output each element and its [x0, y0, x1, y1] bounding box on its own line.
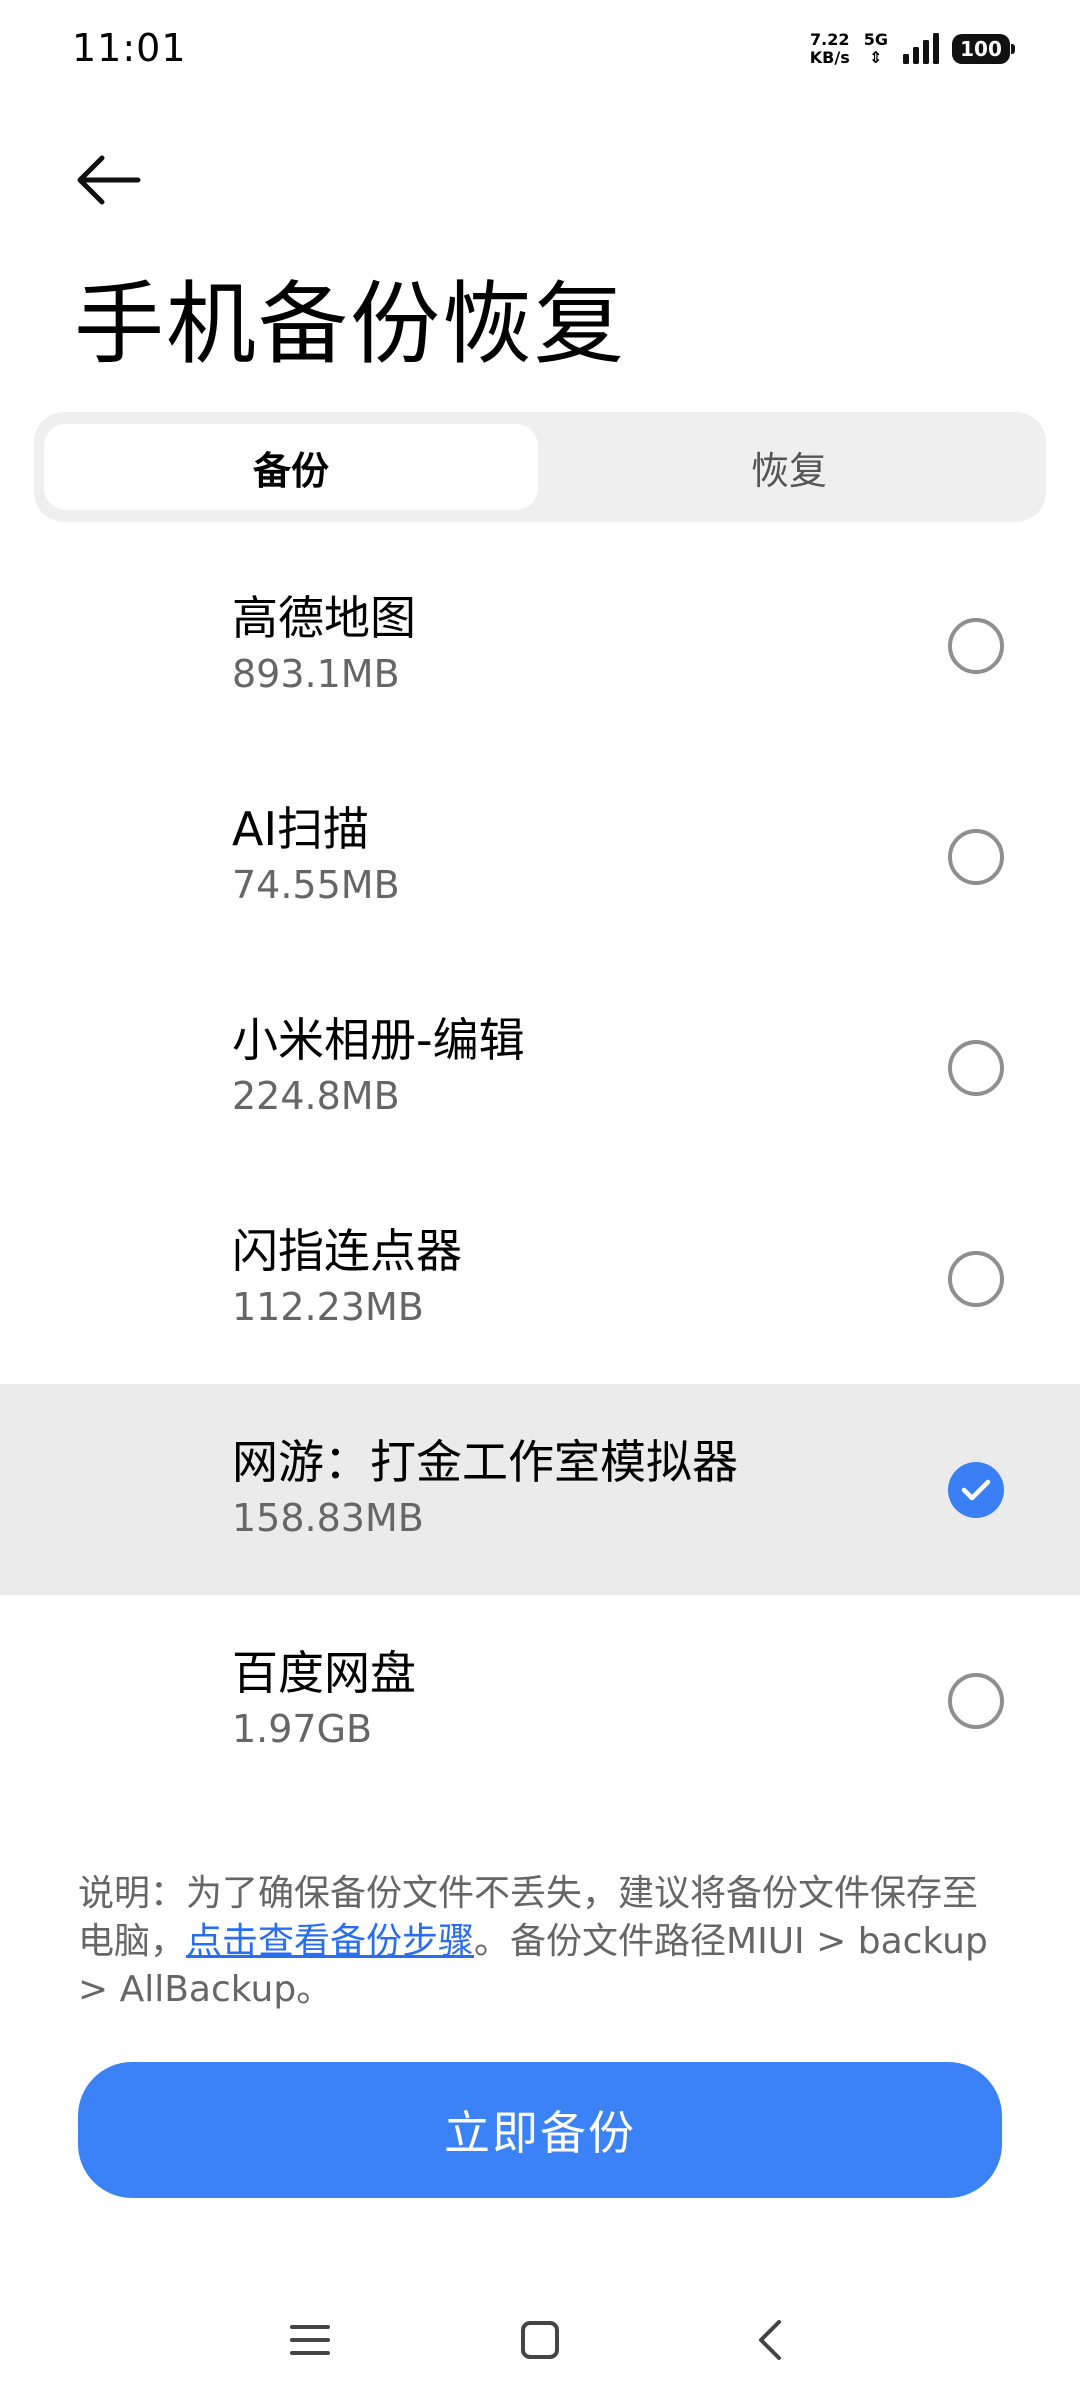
status-time: 11:01: [72, 26, 187, 70]
status-bar: 11:01 7.22 KB/s 5G ⇕ 100: [0, 0, 1080, 100]
back-button[interactable]: [70, 148, 146, 212]
status-indicators: 7.22 KB/s 5G ⇕ 100: [810, 24, 1015, 74]
app-size: 74.55MB: [232, 863, 400, 907]
network-speed-unit: KB/s: [809, 48, 850, 67]
select-radio[interactable]: [948, 1251, 1004, 1307]
app-name: 百度网盘: [232, 1646, 416, 1700]
chevron-left-icon: [759, 2320, 781, 2360]
nav-menu-button[interactable]: [270, 2300, 350, 2380]
list-item[interactable]: 百度网盘 1.97GB: [0, 1595, 1080, 1806]
page-title: 手机备份恢复: [74, 272, 626, 377]
select-radio[interactable]: [948, 1673, 1004, 1729]
app-size: 224.8MB: [232, 1074, 400, 1118]
app-name: AI扫描: [232, 802, 370, 856]
network-type-label: 5G: [863, 30, 888, 49]
network-speed-value: 7.22: [810, 30, 850, 49]
app-name: 网游：打金工作室模拟器: [232, 1435, 738, 1489]
list-item-selected[interactable]: 网游：打金工作室模拟器 158.83MB: [0, 1384, 1080, 1595]
app-name: 高德地图: [232, 591, 416, 645]
app-name: 小米相册-编辑: [232, 1013, 525, 1067]
navigation-bar: [0, 2300, 1080, 2380]
app-list: 高德地图 893.1MB AI扫描 74.55MB 小米相册-编辑 224.8M…: [0, 540, 1080, 1806]
app-size: 893.1MB: [232, 652, 400, 696]
backup-now-button[interactable]: 立即备份: [78, 2062, 1002, 2198]
app-name: 闪指连点器: [232, 1224, 462, 1278]
app-size: 112.23MB: [232, 1285, 424, 1329]
list-item[interactable]: 小米相册-编辑 224.8MB: [0, 962, 1080, 1173]
nav-back-button[interactable]: [730, 2300, 810, 2380]
tab-restore[interactable]: 恢复: [542, 424, 1036, 510]
list-item[interactable]: 高德地图 893.1MB: [0, 540, 1080, 751]
view-backup-steps-link[interactable]: 点击查看备份步骤: [186, 1921, 474, 1962]
app-size: 1.97GB: [232, 1707, 373, 1751]
arrow-left-icon: [77, 155, 141, 205]
select-radio[interactable]: [948, 829, 1004, 885]
checkmark-icon: [961, 1479, 991, 1501]
select-radio-checked[interactable]: [948, 1462, 1004, 1518]
backup-note: 说明：为了确保备份文件不丢失，建议将备份文件保存至电脑，点击查看备份步骤。备份文…: [78, 1870, 1008, 2014]
tab-backup[interactable]: 备份: [44, 424, 538, 510]
nav-home-button[interactable]: [500, 2300, 580, 2380]
list-item[interactable]: 闪指连点器 112.23MB: [0, 1173, 1080, 1384]
network-type: 5G ⇕: [864, 31, 888, 67]
tab-switcher: 备份 恢复: [34, 412, 1046, 522]
list-item[interactable]: AI扫描 74.55MB: [0, 751, 1080, 962]
select-radio[interactable]: [948, 618, 1004, 674]
network-speed: 7.22 KB/s: [810, 31, 850, 67]
home-square-icon: [521, 2321, 559, 2359]
data-arrows-icon: ⇕: [869, 48, 883, 67]
select-radio[interactable]: [948, 1040, 1004, 1096]
app-size: 158.83MB: [232, 1496, 424, 1540]
battery-level: 100: [960, 37, 1002, 61]
menu-icon: [290, 2325, 330, 2355]
battery-icon: 100: [952, 34, 1015, 64]
signal-icon: [903, 33, 939, 64]
